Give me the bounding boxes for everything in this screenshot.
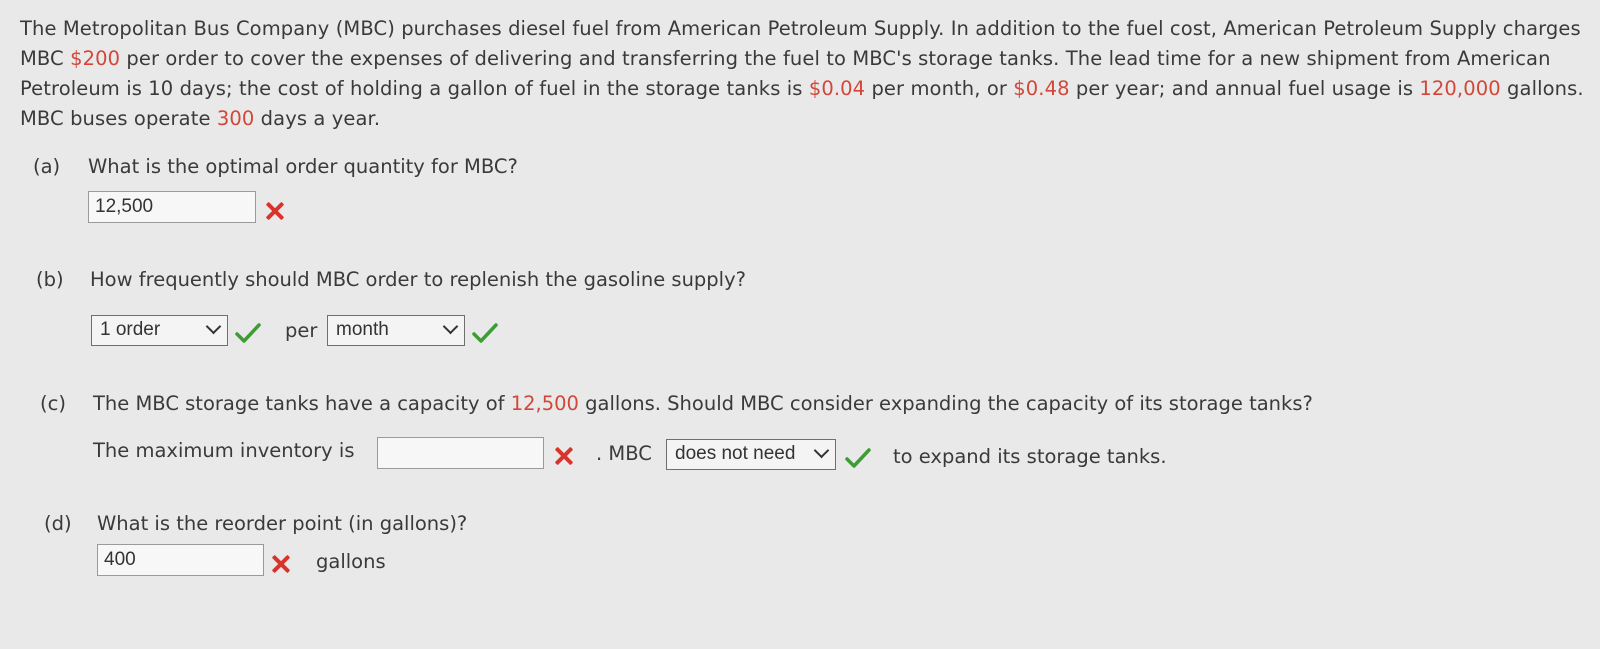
- gallons-unit-label: gallons: [316, 550, 386, 573]
- part-c-label: (c): [40, 392, 66, 415]
- chevron-down-icon: [205, 318, 222, 335]
- operating-days-value: 300: [216, 107, 255, 130]
- expand-tail-text: to expand its storage tanks.: [893, 445, 1167, 468]
- incorrect-x-icon: [270, 553, 292, 575]
- holding-cost-month-value: $0.04: [808, 77, 866, 100]
- per-label: per: [285, 319, 318, 342]
- part-c-question: The MBC storage tanks have a capacity of…: [93, 392, 1313, 415]
- correct-check-icon: [235, 323, 261, 343]
- incorrect-x-icon: [553, 445, 575, 467]
- mbc-label: . MBC: [596, 442, 652, 465]
- part-b-label: (b): [36, 268, 64, 291]
- reorder-point-input[interactable]: 400: [97, 544, 264, 576]
- chevron-down-icon: [813, 442, 830, 459]
- period-select[interactable]: month: [327, 315, 465, 346]
- chevron-down-icon: [442, 318, 459, 335]
- part-b-question: How frequently should MBC order to reple…: [90, 268, 746, 291]
- order-cost-value: $200: [70, 47, 121, 70]
- max-inventory-input[interactable]: [377, 437, 544, 469]
- expansion-need-select[interactable]: does not need: [666, 439, 836, 470]
- optimal-order-quantity-input[interactable]: 12,500: [88, 191, 256, 223]
- capacity-value: 12,500: [510, 392, 579, 415]
- problem-statement: The Metropolitan Bus Company (MBC) purch…: [20, 17, 1584, 130]
- max-inventory-label: The maximum inventory is: [93, 439, 355, 462]
- order-count-select[interactable]: 1 order: [91, 315, 228, 346]
- correct-check-icon: [472, 323, 498, 343]
- part-a-question: What is the optimal order quantity for M…: [88, 155, 518, 178]
- part-d-label: (d): [44, 512, 72, 535]
- incorrect-x-icon: [264, 200, 286, 222]
- part-a-label: (a): [33, 155, 61, 178]
- correct-check-icon: [845, 448, 871, 468]
- holding-cost-year-value: $0.48: [1013, 77, 1070, 100]
- part-d-question: What is the reorder point (in gallons)?: [97, 512, 468, 535]
- annual-usage-value: 120,000: [1419, 77, 1501, 100]
